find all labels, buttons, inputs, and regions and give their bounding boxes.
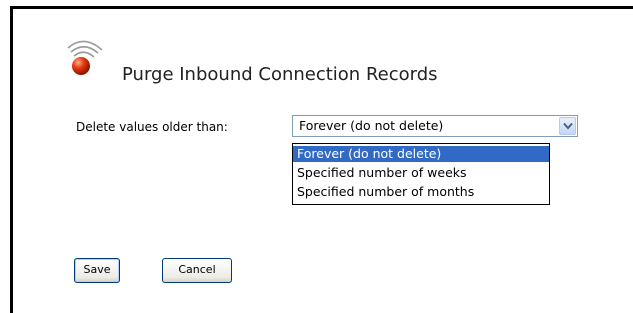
option-months[interactable]: Specified number of months [293,184,549,200]
dropdown-options-list: Forever (do not delete) Specified number… [292,143,550,205]
dropdown-button[interactable] [559,117,576,135]
delete-values-label: Delete values older than: [76,120,228,134]
select-current-value: Forever (do not delete) [299,118,444,133]
option-forever[interactable]: Forever (do not delete) [293,146,549,162]
save-button[interactable]: Save [74,258,120,283]
dialog-panel: Purge Inbound Connection Records Delete … [0,0,633,313]
option-weeks[interactable]: Specified number of weeks [293,165,549,181]
panel-border-top [10,6,633,9]
panel-border-left [10,6,13,313]
page-title: Purge Inbound Connection Records [122,64,438,85]
cancel-button[interactable]: Cancel [162,258,232,283]
signal-waves-icon [62,36,106,76]
delete-values-select[interactable]: Forever (do not delete) [292,115,578,137]
